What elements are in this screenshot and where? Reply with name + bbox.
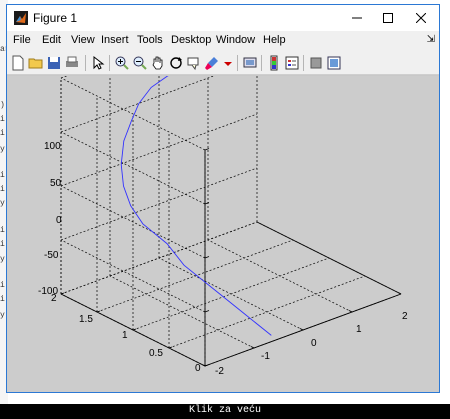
maximize-icon (382, 13, 393, 23)
x-tick-label: 1 (356, 324, 362, 335)
z-tick-label: 100 (44, 141, 61, 152)
minimize-button[interactable] (341, 5, 372, 31)
menu-help[interactable]: Help (263, 34, 286, 46)
y-tick-mark (96, 310, 101, 313)
y-tick-label: 2 (51, 293, 57, 304)
data-cursor-icon[interactable] (186, 55, 202, 71)
hide-plot-tools-icon[interactable] (308, 55, 324, 71)
matlab-logo-icon (14, 11, 28, 25)
x-tick-label: -2 (215, 366, 224, 377)
y-tick-mark (60, 292, 65, 295)
rotate-3d-icon[interactable] (168, 55, 184, 71)
pan-hand-icon[interactable] (150, 55, 166, 71)
x-tick-label: -1 (261, 351, 270, 362)
x-tick-mark (250, 346, 255, 349)
grid-line (132, 257, 330, 331)
maximize-button[interactable] (372, 5, 403, 31)
menu-dock-arrow-icon[interactable]: ⇲ (427, 34, 435, 45)
minimize-icon (351, 17, 362, 19)
x-tick-mark (299, 328, 304, 331)
y-tick-label: 1 (122, 330, 128, 341)
grid-line (60, 77, 206, 151)
grid-line (96, 239, 294, 313)
z-tick-mark (204, 202, 210, 205)
figure-window: Figure 1 File Edit View Insert Tools Des… (6, 4, 440, 393)
plot-grid (60, 76, 402, 367)
grid-line (168, 275, 366, 349)
insert-colorbar-icon[interactable] (266, 55, 282, 71)
new-figure-icon[interactable] (10, 55, 26, 71)
insert-legend-icon[interactable] (284, 55, 300, 71)
print-icon[interactable] (64, 55, 80, 71)
zoom-in-icon[interactable] (114, 55, 130, 71)
menu-window[interactable]: Window (216, 34, 255, 46)
toolbar-separator (261, 55, 262, 71)
z-tick-mark (204, 256, 210, 259)
toolbar-separator (303, 55, 304, 71)
z-tick-label: 50 (50, 178, 62, 189)
menu-view[interactable]: View (71, 34, 95, 46)
menu-tools[interactable]: Tools (137, 34, 163, 46)
close-button[interactable] (405, 5, 436, 31)
caption-text: Klik za veću (188, 405, 261, 416)
menu-file[interactable]: File (13, 34, 31, 46)
z-tick-label: 0 (56, 215, 62, 226)
menu-insert[interactable]: Insert (101, 34, 129, 46)
z-tick-label: -50 (44, 250, 59, 261)
3d-plot[interactable] (7, 76, 439, 392)
menu-edit[interactable]: Edit (42, 34, 61, 46)
y-tick-label: 0 (195, 363, 201, 374)
image-caption-bar[interactable]: Klik za veću (0, 404, 450, 419)
x-tick-mark (397, 292, 402, 295)
z-tick-mark (204, 310, 210, 313)
data-series-line (120, 76, 272, 336)
open-file-icon[interactable] (28, 55, 44, 71)
y-tick-mark (132, 328, 137, 331)
brush-dropdown-icon[interactable] (220, 55, 236, 71)
link-plot-icon[interactable] (242, 55, 258, 71)
close-icon (415, 13, 426, 23)
zoom-out-icon[interactable] (132, 55, 148, 71)
z-tick-mark (204, 148, 210, 151)
title-bar[interactable]: Figure 1 (7, 5, 439, 31)
x-tick-label: 2 (402, 311, 408, 322)
figure-canvas[interactable]: 100 50 0 -50 -100 2 1.5 1 0.5 0 -2 -1 0 … (7, 76, 439, 392)
figure-toolbar (7, 51, 439, 75)
toolbar-separator (85, 55, 86, 71)
y-tick-mark (168, 346, 173, 349)
toolbar-separator (237, 55, 238, 71)
show-plot-tools-icon[interactable] (326, 55, 342, 71)
y-tick-label: 0.5 (149, 348, 163, 359)
brush-icon[interactable] (204, 55, 220, 71)
x-tick-label: 0 (311, 338, 317, 349)
save-icon[interactable] (46, 55, 62, 71)
menu-bar: File Edit View Insert Tools Desktop Wind… (7, 31, 439, 51)
x-tick-mark (348, 310, 353, 313)
y-tick-label: 1.5 (79, 314, 93, 325)
toolbar-separator (109, 55, 110, 71)
edit-plot-arrow-icon[interactable] (90, 55, 106, 71)
window-title: Figure 1 (33, 11, 78, 25)
plot-axes-box (60, 148, 402, 367)
x-axis-edge-line (256, 221, 402, 295)
menu-desktop[interactable]: Desktop (171, 34, 211, 46)
